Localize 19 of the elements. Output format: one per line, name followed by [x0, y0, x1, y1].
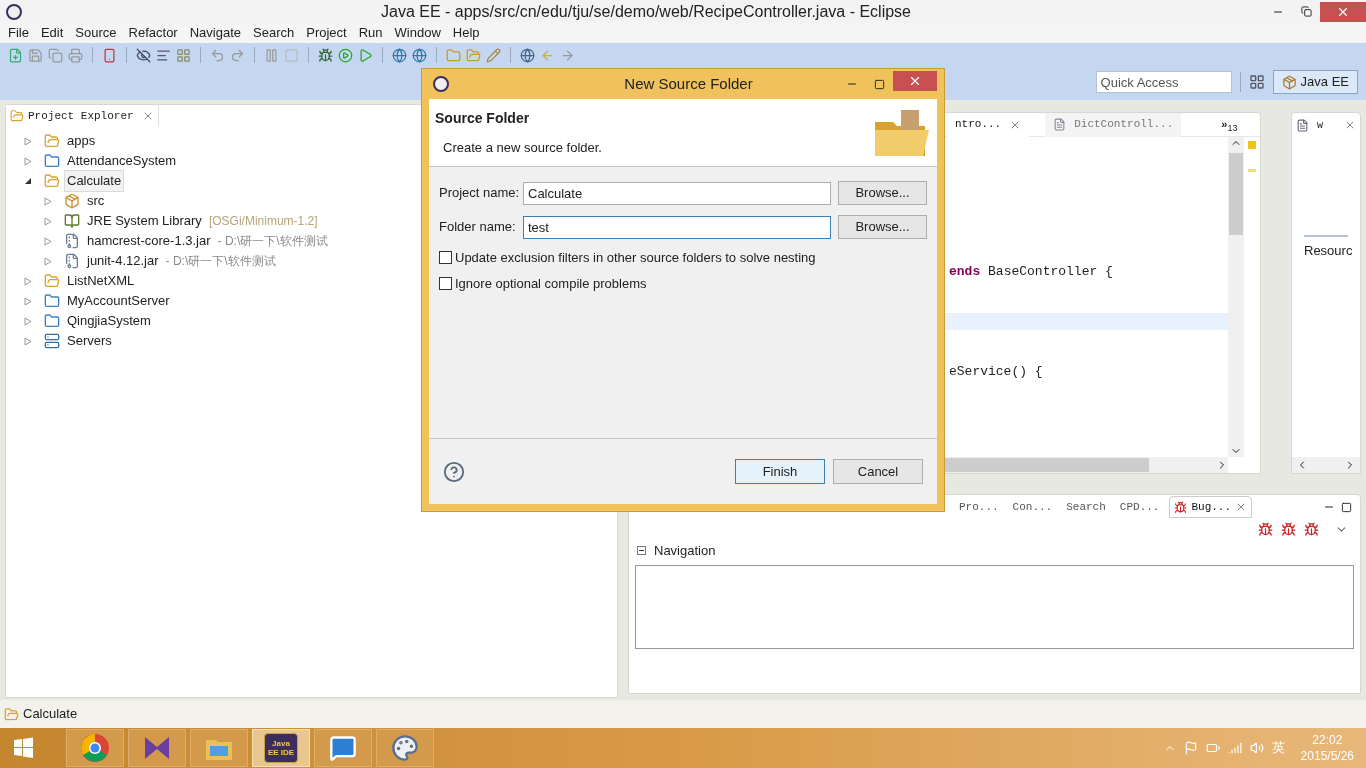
code-line: ends BaseController {	[948, 263, 1114, 280]
checkbox-label: Ignore optional compile problems	[455, 274, 647, 293]
dialog-title: New Source Folder	[623, 73, 754, 94]
status-text: Calculate	[23, 705, 78, 724]
dialog-heading: Source Folder	[435, 109, 531, 128]
view-label: Resourc	[1303, 242, 1354, 260]
field-label: Folder name:	[439, 218, 517, 237]
checkbox-label: Update exclusion filters in other source folders to solve nesting	[455, 249, 816, 267]
eclipse-icon: Java EE IDE	[264, 733, 298, 763]
field-label: Project name:	[439, 184, 517, 203]
dialog-description: Create a new source folder.	[442, 139, 603, 157]
tree-item-decoration: [OSGi/Minimum-1.2]	[208, 213, 318, 230]
tree-item-decoration: - D:\研一下\软件测试	[217, 233, 328, 250]
clock-time: 22:02	[1312, 732, 1343, 748]
tree-item-decoration: - D:\研一下\软件测试	[165, 253, 276, 270]
code-line: eService() {	[948, 363, 1044, 380]
clock-date: 2015/5/26	[1300, 748, 1354, 764]
window-title: Java EE - apps/src/cn/edu/tju/se/demo/web/RecipeController.java - Eclipse	[380, 1, 912, 22]
section-title: Navigation	[654, 542, 716, 560]
